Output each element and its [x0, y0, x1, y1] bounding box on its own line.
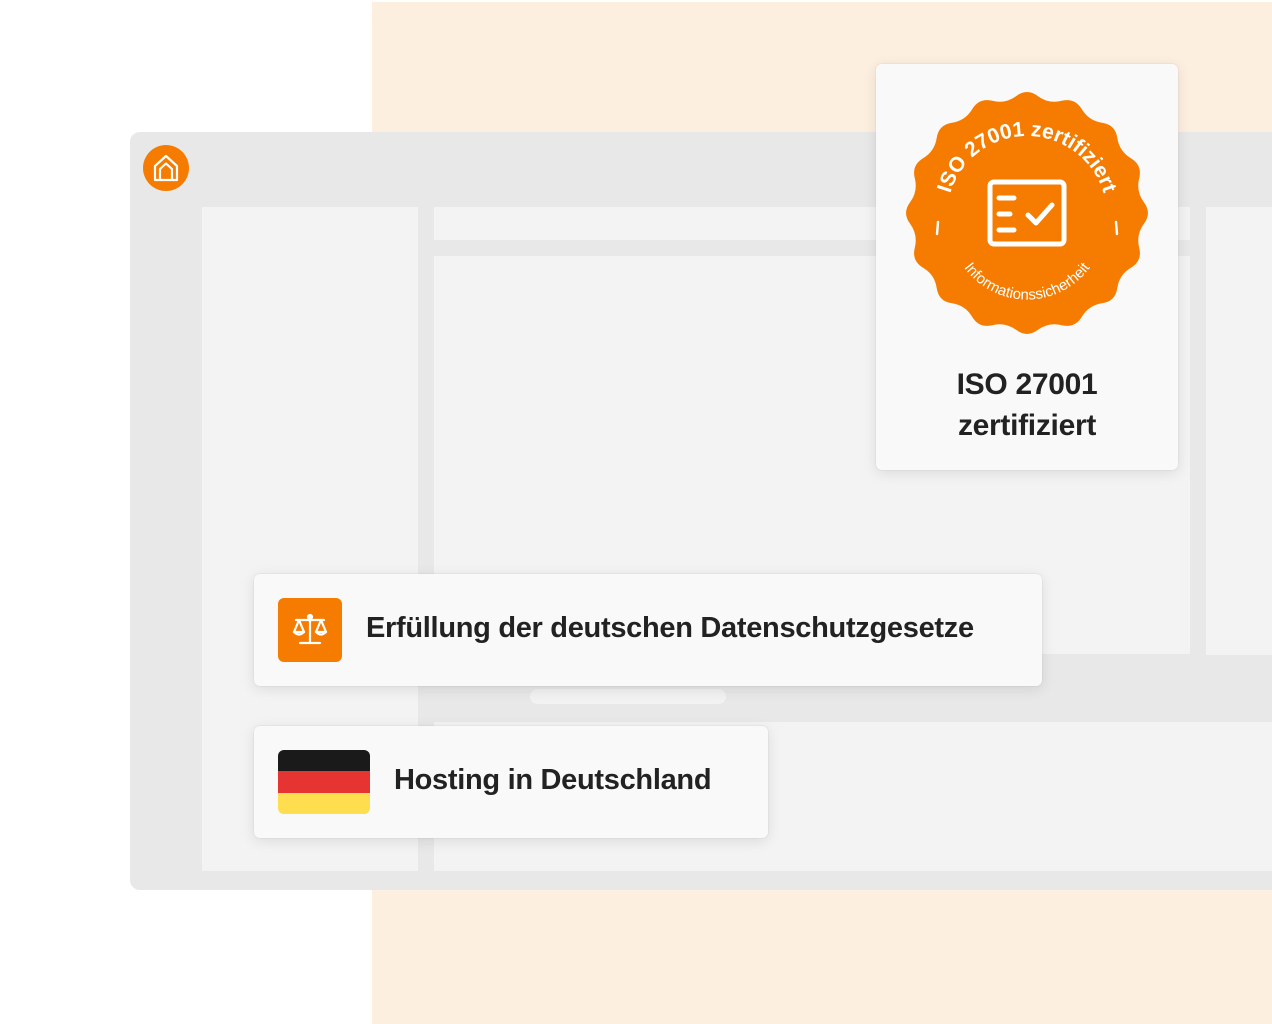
feature-card-data-protection: Erfüllung der deutschen Datenschutzgeset…: [254, 574, 1042, 686]
germany-flag-icon: [278, 750, 370, 814]
iso-title-line1: ISO 27001: [956, 368, 1098, 401]
feature-label: Hosting in Deutschland: [394, 764, 712, 796]
scroll-handle: [530, 689, 726, 704]
certificate-seal-icon: ISO 27001 zertifiziert Informationssiche…: [906, 92, 1148, 334]
iso-title-line2: zertifiziert: [957, 409, 1097, 442]
house-icon: [143, 145, 189, 191]
iso-title: ISO 27001 zertifiziert: [876, 364, 1178, 446]
right-panel: [1206, 207, 1272, 655]
feature-label: Erfüllung der deutschen Datenschutzgeset…: [366, 612, 974, 644]
iso-certificate-card: ISO 27001 zertifiziert Informationssiche…: [876, 64, 1178, 470]
scales-icon: [278, 598, 342, 662]
feature-card-hosting: Hosting in Deutschland: [254, 726, 768, 838]
